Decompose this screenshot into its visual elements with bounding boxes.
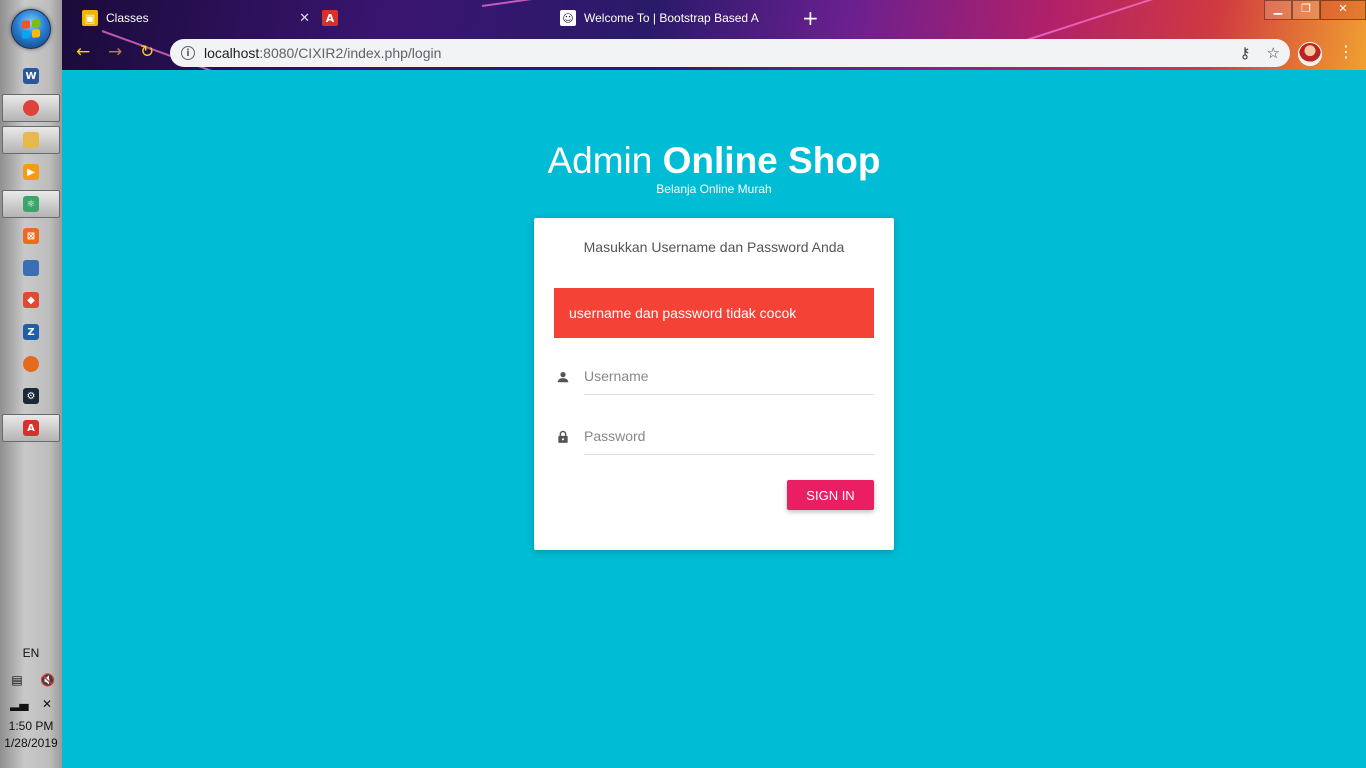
login-page: Admin Online Shop Belanja Online Murah M…: [62, 70, 1366, 768]
volume-muted-icon[interactable]: 🔇: [40, 673, 55, 687]
username-field: [554, 358, 874, 395]
action-center-icon[interactable]: ▤: [10, 673, 24, 687]
word-icon: W: [23, 68, 39, 84]
taskbar: W ▶ ⚛ ⊠ ◆ Z ⚙ A EN ▤ 🔇 ▂▄ ✕ 1:50 PM 1/28/2019: [0, 0, 63, 768]
clock-date: 1/28/2019: [4, 736, 58, 750]
taskbar-app[interactable]: [2, 94, 60, 122]
sign-in-button[interactable]: SIGN IN: [787, 480, 874, 510]
page-subtitle: Belanja Online Murah: [656, 182, 772, 196]
acrobat-icon: A: [23, 420, 39, 436]
error-text: username dan password tidak cocok: [569, 305, 797, 321]
network-disconnected-icon[interactable]: ✕: [40, 697, 54, 711]
title-light: Admin: [547, 140, 663, 181]
close-tab-icon[interactable]: ✕: [299, 11, 310, 26]
browser-toolbar: ← → ↻ i localhost:8080/CIXIR2/index.php/…: [62, 36, 1366, 70]
password-field: [554, 418, 874, 455]
error-alert: username dan password tidak cocok: [554, 288, 874, 338]
back-arrow-icon[interactable]: ←: [76, 42, 90, 62]
tab-strip: ▣ Classes ✕ A ☺ Welcome To | Bootstrap B…: [62, 0, 1366, 36]
tab-welcome[interactable]: ☺ Welcome To | Bootstrap Based A: [560, 4, 788, 32]
firefox-icon: [23, 356, 39, 372]
title-bold: Online Shop: [662, 140, 881, 181]
url-host: localhost: [204, 45, 260, 61]
browser-chrome: ▣ Classes ✕ A ☺ Welcome To | Bootstrap B…: [62, 0, 1366, 70]
site-info-icon[interactable]: i: [181, 46, 195, 60]
file-explorer-icon: [23, 132, 39, 148]
taskbar-app[interactable]: [2, 126, 60, 154]
taskbar-app[interactable]: ⚙: [2, 382, 60, 410]
taskbar-app[interactable]: ▶: [2, 158, 60, 186]
login-card: Masukkan Username dan Password Anda user…: [534, 218, 894, 550]
new-tab-icon[interactable]: +: [802, 6, 819, 30]
close-window-icon[interactable]: ✕: [1320, 0, 1366, 20]
address-bar[interactable]: i localhost:8080/CIXIR2/index.php/login …: [170, 39, 1290, 67]
tab-title: Welcome To | Bootstrap Based A: [584, 11, 759, 25]
tab-classes[interactable]: ▣ Classes ✕: [82, 4, 310, 32]
bookmark-star-icon[interactable]: ☆: [1267, 44, 1280, 62]
minimize-icon[interactable]: ▁: [1264, 0, 1292, 20]
tab-acrobat[interactable]: A: [322, 4, 532, 32]
acrobat-favicon-icon: A: [322, 10, 338, 26]
person-icon: [557, 372, 569, 383]
filezilla-icon: Z: [23, 324, 39, 340]
clock-time: 1:50 PM: [8, 719, 54, 733]
restore-icon[interactable]: ❐: [1292, 0, 1320, 20]
key-icon[interactable]: ⚷: [1240, 44, 1251, 62]
taskbar-app[interactable]: ⚛: [2, 190, 60, 218]
login-message: Masukkan Username dan Password Anda: [583, 239, 845, 255]
google-classroom-icon: ▣: [82, 10, 98, 26]
forward-arrow-icon[interactable]: →: [108, 42, 122, 62]
taskbar-app[interactable]: ◆: [2, 286, 60, 314]
steam-icon: ⚙: [23, 388, 39, 404]
signal-icon[interactable]: ▂▄: [10, 697, 28, 711]
xampp-icon: ⊠: [23, 228, 39, 244]
atom-icon: ⚛: [23, 196, 39, 212]
reload-icon[interactable]: ↻: [140, 42, 154, 62]
username-input[interactable]: [584, 358, 874, 395]
site-favicon-icon: ☺: [560, 10, 576, 26]
url-text: localhost:8080/CIXIR2/index.php/login: [204, 45, 441, 61]
media-player-icon: ▶: [23, 164, 39, 180]
system-clock[interactable]: 1:50 PM 1/28/2019: [0, 718, 62, 752]
chrome-icon: [23, 100, 39, 116]
taskbar-app[interactable]: ⊠: [2, 222, 60, 250]
taskbar-app[interactable]: [2, 350, 60, 378]
windows-logo-icon: [22, 19, 40, 39]
window-controls: ▁ ❐ ✕: [1264, 0, 1366, 20]
virtualbox-icon: [23, 260, 39, 276]
url-path: :8080/CIXIR2/index.php/login: [259, 45, 442, 61]
profile-avatar[interactable]: [1298, 42, 1322, 66]
taskbar-app[interactable]: Z: [2, 318, 60, 346]
lock-icon: [558, 430, 568, 443]
taskbar-app[interactable]: W: [2, 62, 60, 90]
password-input[interactable]: [584, 418, 874, 455]
taskbar-app[interactable]: A: [2, 414, 60, 442]
menu-dots-icon[interactable]: ⋮: [1338, 42, 1354, 61]
start-button[interactable]: [11, 9, 51, 49]
page-title: Admin Online Shop: [62, 140, 1366, 182]
git-icon: ◆: [23, 292, 39, 308]
taskbar-app[interactable]: [2, 254, 60, 282]
tab-title: Classes: [106, 11, 149, 25]
language-indicator[interactable]: EN: [0, 646, 62, 660]
